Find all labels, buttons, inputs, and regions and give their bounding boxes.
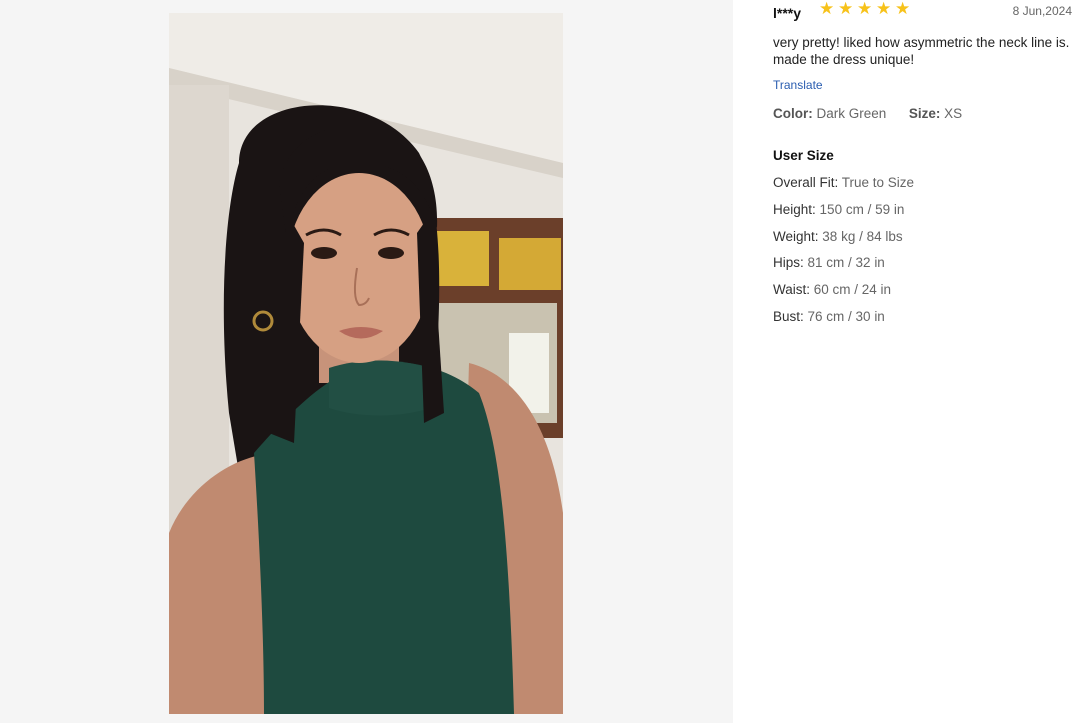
star-icon: ★ — [838, 0, 854, 18]
list-item: Hips: 81 cm / 32 in — [773, 255, 914, 282]
review-photo[interactable] — [169, 13, 563, 714]
size-attr-value: 81 cm / 32 in — [807, 255, 885, 271]
list-item: Height: 150 cm / 59 in — [773, 202, 914, 229]
review-header: l***y ★ ★ ★ ★ ★ 8 Jun,2024 — [773, 0, 1073, 24]
purchase-attributes: Color: Dark Green Size: XS — [773, 106, 962, 121]
star-icon: ★ — [895, 0, 911, 18]
size-attr-value: 38 kg / 84 lbs — [822, 228, 903, 244]
color-value: Dark Green — [816, 106, 887, 121]
review-date: 8 Jun,2024 — [1012, 4, 1072, 18]
star-icon: ★ — [819, 0, 835, 18]
size-label: Size: — [908, 106, 941, 121]
list-item: Weight: 38 kg / 84 lbs — [773, 229, 914, 256]
review-photo-illustration — [169, 13, 563, 714]
size-attr-label: Weight: — [773, 228, 819, 244]
user-size-title: User Size — [773, 148, 834, 163]
size-attr-value: 150 cm / 59 in — [819, 201, 905, 217]
size-attr-label: Height: — [773, 201, 816, 217]
photo-gallery — [0, 0, 733, 723]
reviewer-name: l***y — [773, 5, 802, 21]
size-attr-value: True to Size — [841, 175, 915, 190]
review-panel: l***y ★ ★ ★ ★ ★ 8 Jun,2024 very pretty! … — [773, 0, 1073, 727]
translate-link[interactable]: Translate — [773, 78, 823, 92]
review-text: very pretty! liked how asymmetric the ne… — [773, 35, 1070, 67]
list-item: Bust: 76 cm / 30 in — [773, 309, 914, 336]
size-attr-value: 76 cm / 30 in — [807, 308, 885, 324]
size-attr-value: 60 cm / 24 in — [813, 282, 892, 298]
size-attr-label: Overall Fit: — [773, 175, 839, 190]
size-attr-label: Bust: — [773, 308, 804, 324]
size-attr-label: Waist: — [773, 282, 810, 298]
list-item: Waist: 60 cm / 24 in — [773, 282, 914, 309]
star-icon: ★ — [876, 0, 892, 18]
size-value: XS — [944, 106, 963, 121]
size-attr-label: Hips: — [773, 255, 804, 271]
list-item: Overall Fit: True to Size — [773, 175, 914, 202]
user-size-list: Overall Fit: True to Size Height: 150 cm… — [773, 175, 914, 336]
color-label: Color: — [773, 106, 813, 121]
star-icon: ★ — [857, 0, 873, 18]
star-rating: ★ ★ ★ ★ ★ — [819, 0, 911, 18]
review-detail-page: l***y ★ ★ ★ ★ ★ 8 Jun,2024 very pretty! … — [0, 0, 1077, 727]
